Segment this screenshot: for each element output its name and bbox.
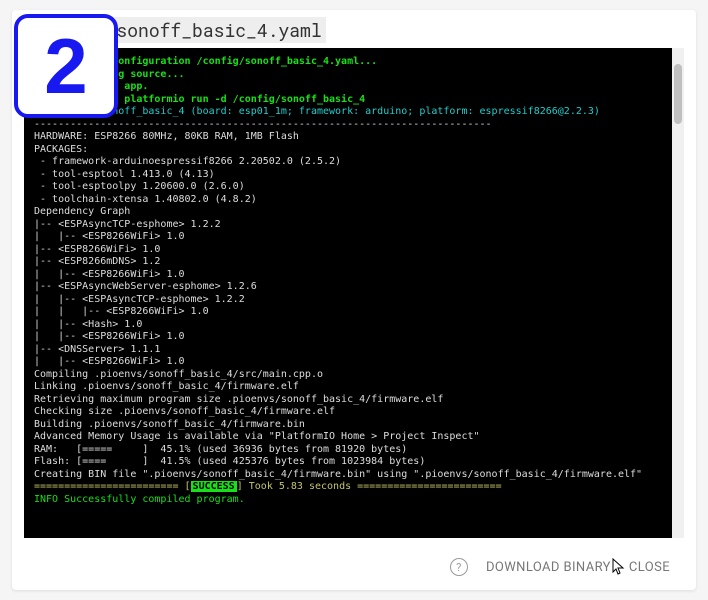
- terminal-scrollbar[interactable]: [672, 48, 684, 538]
- terminal-container: INFO Reading configuration /config/sonof…: [24, 48, 684, 538]
- dialog-footer: ? DOWNLOAD BINARY CLOSE: [12, 544, 696, 590]
- terminal-line: - toolchain-xtensa 1.40802.0 (4.8.2): [34, 194, 662, 207]
- terminal-line: INFO Running: platformio run -d /config/…: [34, 94, 662, 107]
- terminal-line: |-- <ESP8266WiFi> 1.0: [34, 244, 662, 257]
- terminal-line: - tool-esptool 1.413.0 (4.13): [34, 169, 662, 182]
- download-binary-button[interactable]: DOWNLOAD BINARY: [486, 560, 611, 575]
- terminal-line: INFO Generating source...: [34, 69, 662, 82]
- terminal-line: | | |-- <ESP8266WiFi> 1.0: [34, 306, 662, 319]
- terminal-line: Processing sonoff_basic_4 (board: esp01_…: [34, 106, 662, 119]
- terminal-line: Dependency Graph: [34, 206, 662, 219]
- terminal-line: ----------------------------------------…: [34, 119, 662, 132]
- terminal-line: Checking size .pioenvs/sonoff_basic_4/fi…: [34, 406, 662, 419]
- terminal-line: Creating BIN file ".pioenvs/sonoff_basic…: [34, 469, 662, 482]
- terminal-line: Retrieving maximum program size .pioenvs…: [34, 394, 662, 407]
- terminal-line: |-- <ESP8266mDNS> 1.2: [34, 256, 662, 269]
- terminal-line: ======================== [SUCCESS] Took …: [34, 481, 662, 494]
- step-number: 2: [44, 27, 87, 105]
- help-icon[interactable]: ?: [450, 558, 468, 576]
- terminal-line: |-- <ESPAsyncTCP-esphome> 1.2.2: [34, 219, 662, 232]
- terminal-line: Advanced Memory Usage is available via "…: [34, 431, 662, 444]
- terminal-line: Flash: [==== ] 41.5% (used 425376 bytes …: [34, 456, 662, 469]
- terminal-line: - framework-arduinoespressif8266 2.20502…: [34, 156, 662, 169]
- terminal-line: HARDWARE: ESP8266 80MHz, 80KB RAM, 1MB F…: [34, 131, 662, 144]
- terminal-line: INFO Compiling app.: [34, 81, 662, 94]
- terminal-line: PACKAGES:: [34, 144, 662, 157]
- terminal-line: - tool-esptoolpy 1.20600.0 (2.6.0): [34, 181, 662, 194]
- terminal-line: | |-- <Hash> 1.0: [34, 319, 662, 332]
- terminal-line: INFO Reading configuration /config/sonof…: [34, 56, 662, 69]
- terminal-line: RAM: [===== ] 45.1% (used 36936 bytes fr…: [34, 444, 662, 457]
- close-button[interactable]: CLOSE: [629, 560, 670, 575]
- terminal-line: | |-- <ESP8266WiFi> 1.0: [34, 331, 662, 344]
- terminal-line: | |-- <ESPAsyncTCP-esphome> 1.2.2: [34, 294, 662, 307]
- terminal-line: Compiling .pioenvs/sonoff_basic_4/src/ma…: [34, 369, 662, 382]
- step-badge: 2: [14, 14, 118, 118]
- terminal-output: INFO Reading configuration /config/sonof…: [24, 48, 672, 538]
- terminal-line: INFO Successfully compiled program.: [34, 494, 662, 507]
- terminal-line: |-- <DNSServer> 1.1.1: [34, 344, 662, 357]
- terminal-line: | |-- <ESP8266WiFi> 1.0: [34, 231, 662, 244]
- terminal-line: | |-- <ESP8266WiFi> 1.0: [34, 356, 662, 369]
- scroll-thumb[interactable]: [674, 64, 682, 124]
- terminal-line: Linking .pioenvs/sonoff_basic_4/firmware…: [34, 381, 662, 394]
- terminal-line: |-- <ESPAsyncWebServer-esphome> 1.2.6: [34, 281, 662, 294]
- terminal-line: | |-- <ESP8266WiFi> 1.0: [34, 269, 662, 282]
- terminal-line: Building .pioenvs/sonoff_basic_4/firmwar…: [34, 419, 662, 432]
- title-filename: sonoff_basic_4.yaml: [112, 17, 325, 43]
